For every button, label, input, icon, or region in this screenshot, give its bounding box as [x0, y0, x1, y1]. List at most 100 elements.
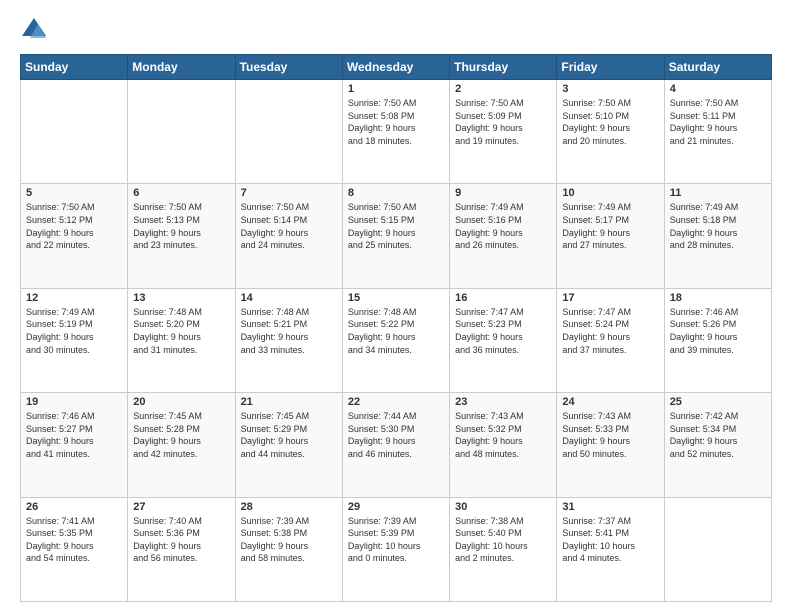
calendar-week-2: 5 Sunrise: 7:50 AM Sunset: 5:12 PM Daylig… [21, 184, 772, 288]
calendar-cell: 18Sunrise: 7:46 AM Sunset: 5:26 PM Dayli… [664, 288, 771, 392]
page-container: SundayMondayTuesdayWednesdayThursdayFrid… [0, 0, 792, 612]
day-number: 5 [26, 187, 122, 199]
calendar-cell: 13 Sunrise: 7:48 AM Sunset: 5:20 PM Dayli… [128, 288, 235, 392]
day-number: 10 [562, 187, 658, 199]
calendar-cell: 3 Sunrise: 7:50 AM Sunset: 5:10 PM Daylig… [557, 80, 664, 184]
calendar-cell: 17 Sunrise: 7:47 AM Sunset: 5:24 PM Dayli… [557, 288, 664, 392]
calendar-cell [128, 80, 235, 184]
day-info: Sunrise: 7:38 AM Sunset: 5:40 PM Dayligh… [455, 515, 551, 565]
calendar-cell: 12Sunrise: 7:49 AM Sunset: 5:19 PM Dayli… [21, 288, 128, 392]
day-number: 25 [670, 396, 766, 408]
calendar-cell: 22 Sunrise: 7:44 AM Sunset: 5:30 PM Dayli… [342, 393, 449, 497]
day-info: Sunrise: 7:46 AM Sunset: 5:26 PM Dayligh… [670, 306, 766, 356]
day-info: Sunrise: 7:48 AM Sunset: 5:21 PM Dayligh… [241, 306, 337, 356]
day-number: 22 [348, 396, 444, 408]
calendar-week-3: 12Sunrise: 7:49 AM Sunset: 5:19 PM Dayli… [21, 288, 772, 392]
day-number: 20 [133, 396, 229, 408]
day-info: Sunrise: 7:45 AM Sunset: 5:29 PM Dayligh… [241, 410, 337, 460]
calendar-cell: 9 Sunrise: 7:49 AM Sunset: 5:16 PM Daylig… [450, 184, 557, 288]
day-info: Sunrise: 7:37 AM Sunset: 5:41 PM Dayligh… [562, 515, 658, 565]
day-number: 11 [670, 187, 766, 199]
day-info: Sunrise: 7:48 AM Sunset: 5:20 PM Dayligh… [133, 306, 229, 356]
calendar-header-sunday: Sunday [21, 55, 128, 80]
header [20, 16, 772, 44]
calendar-cell: 23 Sunrise: 7:43 AM Sunset: 5:32 PM Dayli… [450, 393, 557, 497]
day-info: Sunrise: 7:48 AM Sunset: 5:22 PM Dayligh… [348, 306, 444, 356]
day-info: Sunrise: 7:43 AM Sunset: 5:33 PM Dayligh… [562, 410, 658, 460]
day-info: Sunrise: 7:39 AM Sunset: 5:39 PM Dayligh… [348, 515, 444, 565]
calendar-cell: 10 Sunrise: 7:49 AM Sunset: 5:17 PM Dayli… [557, 184, 664, 288]
calendar-week-4: 19Sunrise: 7:46 AM Sunset: 5:27 PM Dayli… [21, 393, 772, 497]
calendar-cell: 26Sunrise: 7:41 AM Sunset: 5:35 PM Dayli… [21, 497, 128, 601]
day-info: Sunrise: 7:44 AM Sunset: 5:30 PM Dayligh… [348, 410, 444, 460]
day-info: Sunrise: 7:50 AM Sunset: 5:13 PM Dayligh… [133, 201, 229, 251]
calendar-cell: 2 Sunrise: 7:50 AM Sunset: 5:09 PM Daylig… [450, 80, 557, 184]
calendar-header-monday: Monday [128, 55, 235, 80]
day-info: Sunrise: 7:50 AM Sunset: 5:08 PM Dayligh… [348, 97, 444, 147]
day-info: Sunrise: 7:47 AM Sunset: 5:23 PM Dayligh… [455, 306, 551, 356]
day-number: 14 [241, 292, 337, 304]
day-number: 21 [241, 396, 337, 408]
day-info: Sunrise: 7:50 AM Sunset: 5:10 PM Dayligh… [562, 97, 658, 147]
calendar-cell: 11Sunrise: 7:49 AM Sunset: 5:18 PM Dayli… [664, 184, 771, 288]
calendar-header-thursday: Thursday [450, 55, 557, 80]
day-number: 6 [133, 187, 229, 199]
calendar-cell [21, 80, 128, 184]
day-number: 24 [562, 396, 658, 408]
calendar-header-saturday: Saturday [664, 55, 771, 80]
calendar-cell [235, 80, 342, 184]
calendar-cell: 19Sunrise: 7:46 AM Sunset: 5:27 PM Dayli… [21, 393, 128, 497]
calendar-cell: 8 Sunrise: 7:50 AM Sunset: 5:15 PM Daylig… [342, 184, 449, 288]
day-info: Sunrise: 7:50 AM Sunset: 5:09 PM Dayligh… [455, 97, 551, 147]
calendar-cell: 4 Sunrise: 7:50 AM Sunset: 5:11 PM Daylig… [664, 80, 771, 184]
day-info: Sunrise: 7:49 AM Sunset: 5:16 PM Dayligh… [455, 201, 551, 251]
calendar-cell: 31 Sunrise: 7:37 AM Sunset: 5:41 PM Dayli… [557, 497, 664, 601]
day-info: Sunrise: 7:49 AM Sunset: 5:17 PM Dayligh… [562, 201, 658, 251]
calendar-cell: 20Sunrise: 7:45 AM Sunset: 5:28 PM Dayli… [128, 393, 235, 497]
day-number: 2 [455, 83, 551, 95]
calendar-cell: 14 Sunrise: 7:48 AM Sunset: 5:21 PM Dayli… [235, 288, 342, 392]
day-number: 16 [455, 292, 551, 304]
day-info: Sunrise: 7:43 AM Sunset: 5:32 PM Dayligh… [455, 410, 551, 460]
calendar-cell: 1 Sunrise: 7:50 AM Sunset: 5:08 PM Daylig… [342, 80, 449, 184]
calendar-cell: 16 Sunrise: 7:47 AM Sunset: 5:23 PM Dayli… [450, 288, 557, 392]
day-number: 8 [348, 187, 444, 199]
calendar-cell: 28 Sunrise: 7:39 AM Sunset: 5:38 PM Dayli… [235, 497, 342, 601]
logo [20, 16, 52, 44]
calendar-cell: 21 Sunrise: 7:45 AM Sunset: 5:29 PM Dayli… [235, 393, 342, 497]
day-number: 29 [348, 501, 444, 513]
day-number: 31 [562, 501, 658, 513]
calendar-cell: 24 Sunrise: 7:43 AM Sunset: 5:33 PM Dayli… [557, 393, 664, 497]
calendar-cell: 6 Sunrise: 7:50 AM Sunset: 5:13 PM Daylig… [128, 184, 235, 288]
day-number: 15 [348, 292, 444, 304]
day-info: Sunrise: 7:47 AM Sunset: 5:24 PM Dayligh… [562, 306, 658, 356]
calendar-header-tuesday: Tuesday [235, 55, 342, 80]
day-number: 4 [670, 83, 766, 95]
day-number: 13 [133, 292, 229, 304]
calendar-week-1: 1 Sunrise: 7:50 AM Sunset: 5:08 PM Daylig… [21, 80, 772, 184]
day-info: Sunrise: 7:50 AM Sunset: 5:15 PM Dayligh… [348, 201, 444, 251]
day-info: Sunrise: 7:50 AM Sunset: 5:11 PM Dayligh… [670, 97, 766, 147]
day-info: Sunrise: 7:50 AM Sunset: 5:14 PM Dayligh… [241, 201, 337, 251]
calendar-header-wednesday: Wednesday [342, 55, 449, 80]
calendar-table: SundayMondayTuesdayWednesdayThursdayFrid… [20, 54, 772, 602]
calendar-cell: 29 Sunrise: 7:39 AM Sunset: 5:39 PM Dayli… [342, 497, 449, 601]
calendar-cell: 15 Sunrise: 7:48 AM Sunset: 5:22 PM Dayli… [342, 288, 449, 392]
logo-icon [20, 16, 48, 44]
day-info: Sunrise: 7:40 AM Sunset: 5:36 PM Dayligh… [133, 515, 229, 565]
day-number: 17 [562, 292, 658, 304]
day-info: Sunrise: 7:42 AM Sunset: 5:34 PM Dayligh… [670, 410, 766, 460]
day-info: Sunrise: 7:41 AM Sunset: 5:35 PM Dayligh… [26, 515, 122, 565]
calendar-cell: 25 Sunrise: 7:42 AM Sunset: 5:34 PM Dayli… [664, 393, 771, 497]
day-number: 1 [348, 83, 444, 95]
calendar-cell [664, 497, 771, 601]
day-number: 3 [562, 83, 658, 95]
day-info: Sunrise: 7:39 AM Sunset: 5:38 PM Dayligh… [241, 515, 337, 565]
day-info: Sunrise: 7:50 AM Sunset: 5:12 PM Dayligh… [26, 201, 122, 251]
day-number: 28 [241, 501, 337, 513]
day-number: 23 [455, 396, 551, 408]
day-number: 9 [455, 187, 551, 199]
day-number: 7 [241, 187, 337, 199]
day-number: 12 [26, 292, 122, 304]
day-number: 19 [26, 396, 122, 408]
